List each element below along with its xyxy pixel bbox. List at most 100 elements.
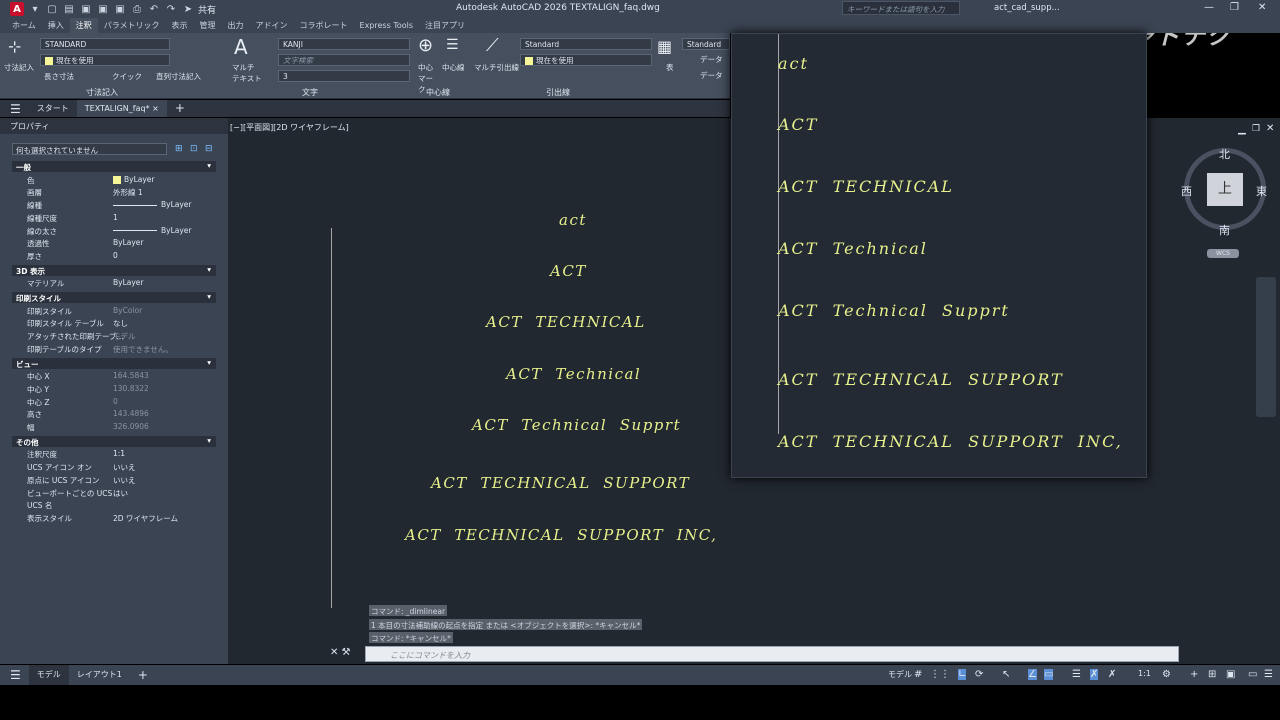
ortho-icon[interactable]: ∟: [958, 669, 967, 680]
center-mark-icon[interactable]: ⊕: [418, 35, 433, 56]
property-value[interactable]: 1:1: [113, 449, 125, 458]
grid-icon[interactable]: #: [914, 669, 922, 680]
share-label[interactable]: 共有: [198, 3, 216, 16]
property-row[interactable]: 中心 Z 0: [12, 396, 216, 408]
dimension-icon[interactable]: ⊹: [8, 37, 21, 56]
command-close-icon[interactable]: ✕ ⚒: [330, 647, 351, 658]
continue-dimension-button[interactable]: 直列寸法記入: [156, 71, 201, 82]
properties-section-header[interactable]: 一般 ▾: [12, 161, 216, 172]
osnap-track-icon[interactable]: ∠: [1028, 669, 1037, 680]
property-row[interactable]: 印刷スタイル ByColor: [12, 305, 216, 317]
linear-dimension-button[interactable]: 長さ寸法: [44, 71, 74, 82]
search-input[interactable]: キーワードまたは語句を入力: [842, 1, 960, 15]
property-row[interactable]: 厚さ 0: [12, 250, 216, 262]
tab-manage[interactable]: 管理: [194, 18, 222, 33]
property-value[interactable]: 外形線 1: [113, 187, 143, 198]
close-icon[interactable]: ✕: [1258, 2, 1266, 13]
properties-section-header[interactable]: ビュー ▾: [12, 357, 216, 369]
property-row[interactable]: 印刷テーブルのタイプ 使用できません。: [12, 343, 216, 355]
osnap-icon[interactable]: ▭: [1044, 669, 1054, 680]
chevron-down-icon[interactable]: ▾: [207, 265, 211, 274]
new-tab-button[interactable]: +: [167, 100, 193, 117]
save-icon[interactable]: ▣: [80, 4, 92, 15]
viewport-restore-icon[interactable]: ❐: [1252, 124, 1260, 134]
text-search-input[interactable]: 文字検索: [278, 54, 410, 66]
chevron-down-icon[interactable]: ▾: [207, 358, 211, 367]
property-row[interactable]: 高さ 143.4896: [12, 408, 216, 420]
compass-west[interactable]: 西: [1181, 183, 1192, 199]
property-row[interactable]: 中心 X 164.5843: [12, 370, 216, 382]
tab-output[interactable]: 出力: [222, 18, 250, 33]
share-icon[interactable]: ➤: [182, 4, 194, 15]
properties-section-header[interactable]: 3D 表示 ▾: [12, 264, 216, 276]
property-value[interactable]: ByLayer: [113, 238, 144, 247]
viewcube-top-face[interactable]: 上: [1207, 173, 1243, 206]
minimize-icon[interactable]: —: [1204, 2, 1214, 13]
mleader-layer-select[interactable]: 現在を使用: [520, 54, 652, 66]
property-row[interactable]: 表示スタイル 2D ワイヤフレーム: [12, 512, 216, 524]
table-style-select[interactable]: Standard: [682, 38, 730, 50]
table-data-link-button[interactable]: データ: [700, 70, 723, 81]
property-row[interactable]: 幅 326.0906: [12, 421, 216, 433]
annotation-visibility-icon[interactable]: ✗: [1090, 669, 1099, 680]
viewport-close-icon[interactable]: ✕: [1266, 123, 1274, 134]
property-row[interactable]: マテリアル ByLayer: [12, 277, 216, 289]
new-file-icon[interactable]: ▢: [46, 4, 58, 15]
wcs-menu[interactable]: WCS: [1207, 249, 1239, 258]
property-row[interactable]: 画層 外形線 1: [12, 186, 216, 198]
property-row[interactable]: 線種 ByLayer: [12, 199, 216, 211]
compass-south[interactable]: 南: [1219, 222, 1230, 238]
tab-layout1[interactable]: レイアウト1: [69, 665, 130, 685]
tab-home[interactable]: ホーム: [6, 18, 42, 33]
select-objects-icon[interactable]: ⊡: [190, 144, 200, 154]
layout-menu-icon[interactable]: ☰: [10, 668, 21, 682]
centerline-button[interactable]: 中心線: [442, 62, 465, 73]
model-space-button[interactable]: モデル: [888, 669, 912, 680]
property-value[interactable]: 326.0906: [113, 422, 149, 431]
isodraft-icon[interactable]: ↖: [1002, 669, 1010, 680]
tab-annotate[interactable]: 注釈: [69, 18, 98, 33]
units-icon[interactable]: ⊞: [1208, 669, 1216, 680]
table-data-button[interactable]: データ: [700, 54, 723, 65]
snap-icon[interactable]: ⋮⋮: [930, 669, 950, 680]
property-value[interactable]: 2D ワイヤフレーム: [113, 513, 178, 524]
mleader-icon[interactable]: ⟋: [486, 35, 499, 56]
property-row[interactable]: 注釈尺度 1:1: [12, 448, 216, 460]
property-value[interactable]: ByLayer: [113, 175, 155, 184]
property-value[interactable]: 0: [113, 251, 118, 260]
property-value[interactable]: ByLayer: [113, 278, 144, 287]
tab-featured-apps[interactable]: 注目アプリ: [419, 18, 471, 33]
table-icon[interactable]: ▦: [657, 37, 672, 56]
dim-group-title[interactable]: 寸法記入: [86, 87, 118, 98]
mleader-style-select[interactable]: Standard: [520, 38, 652, 50]
redo-icon[interactable]: ↷: [165, 4, 177, 15]
print-icon[interactable]: ⎙: [131, 4, 143, 15]
viewport-controls[interactable]: [−][平面図][2D ワイヤフレーム]: [230, 122, 349, 133]
add-layout-button[interactable]: +: [130, 665, 156, 685]
property-value[interactable]: モデル: [113, 331, 136, 342]
property-value[interactable]: ByLayer: [113, 200, 192, 209]
tab-insert[interactable]: 挿入: [42, 18, 70, 33]
mtext-button-label[interactable]: マルチ テキスト: [232, 62, 262, 84]
property-value[interactable]: 1: [113, 213, 118, 222]
viewport-minimize-icon[interactable]: ▁: [1238, 124, 1246, 135]
properties-section-header[interactable]: その他 ▾: [12, 435, 216, 447]
close-tab-icon[interactable]: ×: [152, 104, 159, 113]
save-web-icon[interactable]: ▣: [114, 4, 126, 15]
property-row[interactable]: 線の太さ ByLayer: [12, 225, 216, 237]
text-style-select[interactable]: KANJI: [278, 38, 410, 50]
user-account[interactable]: act_cad_supp...: [994, 3, 1060, 13]
maximize-icon[interactable]: ❐: [1230, 2, 1239, 13]
save-as-icon[interactable]: ▣: [97, 4, 109, 15]
property-row[interactable]: 色 ByLayer: [12, 174, 216, 186]
navigation-bar[interactable]: [1256, 277, 1276, 417]
mtext-icon[interactable]: A: [234, 35, 248, 59]
centerline-icon[interactable]: ☰: [446, 37, 459, 53]
tab-view[interactable]: 表示: [166, 18, 194, 33]
property-value[interactable]: はい: [113, 488, 128, 499]
workspace-gear-icon[interactable]: ⚙: [1162, 669, 1171, 680]
property-value[interactable]: なし: [113, 318, 128, 329]
tab-addins[interactable]: アドイン: [250, 18, 294, 33]
selection-select[interactable]: 何も選択されていません: [12, 143, 167, 155]
property-row[interactable]: ビューポートごとの UCS はい: [12, 487, 216, 499]
